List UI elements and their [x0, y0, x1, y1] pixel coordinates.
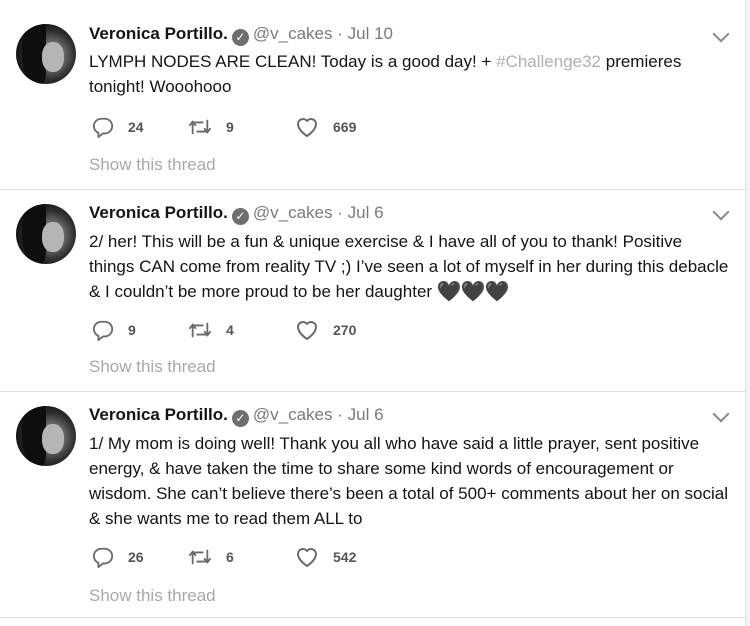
avatar[interactable]	[16, 204, 76, 264]
reply-count: 9	[128, 322, 136, 338]
author-name[interactable]: Veronica Portillo.	[89, 405, 228, 424]
chevron-down-icon[interactable]	[712, 203, 730, 221]
like-button[interactable]: 270	[295, 318, 356, 342]
retweet-icon	[189, 322, 211, 338]
hashtag-link[interactable]: #Challenge32	[496, 52, 601, 71]
tweet-text: 2/ her! This will be a fun & unique exer…	[89, 229, 729, 305]
tweet-date[interactable]: Jul 6	[348, 203, 384, 222]
tweet-header: Veronica Portillo. ✓ @v_cakes · Jul 10	[89, 24, 393, 48]
retweet-button[interactable]: 6	[188, 545, 234, 569]
retweet-count: 4	[226, 322, 234, 338]
heart-icon	[297, 548, 317, 567]
black-heart-emojis: 🖤🖤🖤	[436, 281, 510, 303]
retweet-icon	[189, 119, 211, 135]
avatar[interactable]	[16, 24, 76, 84]
verified-badge-icon: ✓	[231, 208, 249, 225]
author-handle[interactable]: @v_cakes	[253, 203, 333, 222]
reply-button[interactable]: 24	[92, 115, 144, 139]
author-name[interactable]: Veronica Portillo.	[89, 203, 228, 222]
retweet-button[interactable]: 4	[188, 318, 234, 342]
like-button[interactable]: 669	[295, 115, 356, 139]
show-thread-link[interactable]: Show this thread	[89, 357, 216, 377]
tweet[interactable]: Veronica Portillo. ✓ @v_cakes · Jul 6 1/ M…	[0, 392, 745, 618]
tweet-text: LYMPH NODES ARE CLEAN! Today is a good d…	[89, 49, 729, 99]
retweet-count: 9	[226, 119, 234, 135]
separator-dot: ·	[337, 24, 343, 43]
tweet-date[interactable]: Jul 10	[348, 24, 393, 43]
tweet-text: 1/ My mom is doing well! Thank you all w…	[89, 431, 729, 531]
verified-badge-icon: ✓	[231, 29, 249, 46]
retweet-button[interactable]: 9	[188, 115, 234, 139]
show-thread-link[interactable]: Show this thread	[89, 586, 216, 606]
show-thread-link[interactable]: Show this thread	[89, 155, 216, 175]
separator-dot: ·	[337, 203, 343, 222]
author-handle[interactable]: @v_cakes	[253, 24, 333, 43]
like-button[interactable]: 542	[295, 545, 356, 569]
verified-badge-icon: ✓	[231, 410, 249, 427]
tweet-actions: 24 9 669	[92, 115, 392, 139]
chevron-down-icon[interactable]	[712, 405, 730, 423]
tweet-text-main: 1/ My mom is doing well! Thank you all w…	[89, 434, 728, 528]
tweet-header: Veronica Portillo. ✓ @v_cakes · Jul 6	[89, 405, 384, 429]
reply-count: 24	[128, 119, 144, 135]
reply-icon	[92, 117, 114, 138]
retweet-count: 6	[226, 549, 234, 565]
reply-button[interactable]: 26	[92, 545, 144, 569]
reply-icon	[92, 320, 114, 341]
tweet-text-main: 2/ her! This will be a fun & unique exer…	[89, 232, 729, 301]
like-count: 270	[333, 322, 357, 338]
author-handle[interactable]: @v_cakes	[253, 405, 333, 424]
tweet-actions: 26 6 542	[92, 545, 392, 569]
tweet-actions: 9 4 270	[92, 318, 392, 342]
reply-count: 26	[128, 549, 144, 565]
tweet[interactable]: Veronica Portillo. ✓ @v_cakes · Jul 6 2/ h…	[0, 190, 745, 392]
heart-icon	[297, 321, 317, 340]
reply-icon	[92, 547, 114, 568]
retweet-icon	[189, 549, 211, 565]
separator-dot: ·	[337, 405, 343, 424]
author-name[interactable]: Veronica Portillo.	[89, 24, 228, 43]
tweet-header: Veronica Portillo. ✓ @v_cakes · Jul 6	[89, 203, 384, 227]
tweet-text-main: LYMPH NODES ARE CLEAN! Today is a good d…	[89, 52, 497, 71]
tweet[interactable]: Veronica Portillo. ✓ @v_cakes · Jul 10 LYM…	[0, 0, 745, 190]
reply-button[interactable]: 9	[92, 318, 136, 342]
tweet-date[interactable]: Jul 6	[348, 405, 384, 424]
tweet-feed: Veronica Portillo. ✓ @v_cakes · Jul 10 LYM…	[0, 0, 746, 626]
chevron-down-icon[interactable]	[712, 25, 730, 43]
like-count: 669	[333, 119, 357, 135]
avatar[interactable]	[16, 406, 76, 466]
heart-icon	[297, 118, 317, 137]
like-count: 542	[333, 549, 357, 565]
